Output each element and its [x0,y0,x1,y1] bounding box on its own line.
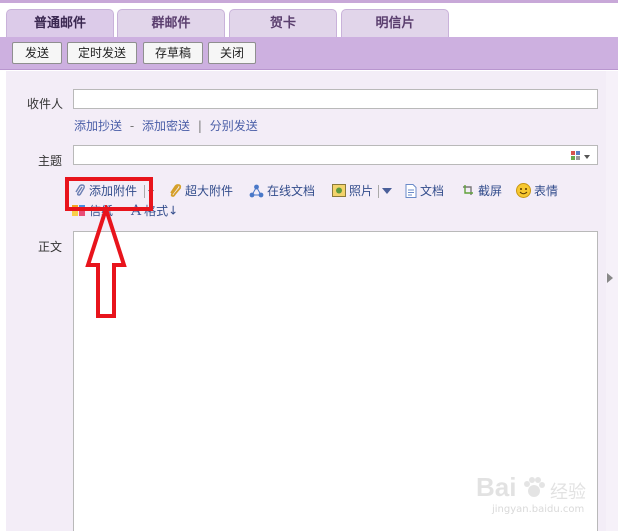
tab-bar-top-line [0,0,618,3]
screenshot-tool[interactable]: 截屏 [461,182,502,200]
tab-postcard[interactable]: 明信片 [341,9,449,37]
scissors-icon [463,184,473,195]
add-cc-link[interactable]: 添加抄送 [74,119,122,133]
send-button[interactable]: 发送 [12,42,62,64]
watermark-url: jingyan.baidu.com [492,504,585,515]
paw-icon [524,477,545,497]
subject-dropdown-caret-icon[interactable] [584,155,590,159]
emoji-tool[interactable]: 表情 [516,182,558,200]
recipient-label: 收件人 [27,97,64,111]
photo-label: 照片 [349,184,374,198]
online-doc-label: 在线文档 [267,184,316,198]
red-up-arrow-annotation [85,205,127,318]
body-label: 正文 [38,240,63,254]
recipient-links: 添加抄送 - 添加密送 | 分别发送 [74,117,258,134]
subject-priority-grid-icon[interactable] [571,151,581,161]
side-gutter [606,71,618,531]
link-separator: | [197,119,202,133]
photo-tool[interactable]: 照片 [332,182,373,200]
smiley-icon [516,183,531,198]
big-attachment-label: 超大附件 [185,184,234,198]
document-label: 文档 [420,184,445,198]
photo-dropdown-caret-icon[interactable] [382,188,392,194]
link-dash: - [129,119,135,133]
photo-icon [332,184,346,197]
big-attachment-tool[interactable]: 超大附件 [169,182,233,200]
add-bcc-link[interactable]: 添加密送 [142,119,190,133]
separate-send-link[interactable]: 分别发送 [210,119,258,133]
share-nodes-icon [249,184,264,197]
subject-input[interactable] [73,145,598,165]
format-arrow-icon: ↓ [168,203,179,218]
recipient-input[interactable] [73,89,598,109]
baidu-jingyan-watermark: Bai 经验 jingyan.baidu.com [472,470,612,520]
document-icon [405,183,417,198]
screenshot-label: 截屏 [478,184,503,198]
document-tool[interactable]: 文档 [405,182,444,200]
expand-arrow-icon[interactable] [607,273,613,283]
emoji-label: 表情 [534,184,559,198]
online-doc-tool[interactable]: 在线文档 [249,182,315,200]
tab-greeting-card[interactable]: 贺卡 [229,9,337,37]
compose-toolbar: 发送 定时发送 存草稿 关闭 [0,37,618,70]
tab-group-mail[interactable]: 群邮件 [117,9,225,37]
watermark-brand-2: 经验 [550,482,586,503]
big-paperclip-icon [170,183,182,197]
save-draft-button[interactable]: 存草稿 [143,42,203,64]
subject-label: 主题 [38,154,63,168]
tab-normal-mail[interactable]: 普通邮件 [6,9,114,38]
timed-send-button[interactable]: 定时发送 [67,42,137,64]
tab-bar: 普通邮件 群邮件 贺卡 明信片 [0,0,618,38]
watermark-brand: Bai [476,472,517,502]
close-button[interactable]: 关闭 [208,42,256,64]
photo-divider [378,185,379,198]
